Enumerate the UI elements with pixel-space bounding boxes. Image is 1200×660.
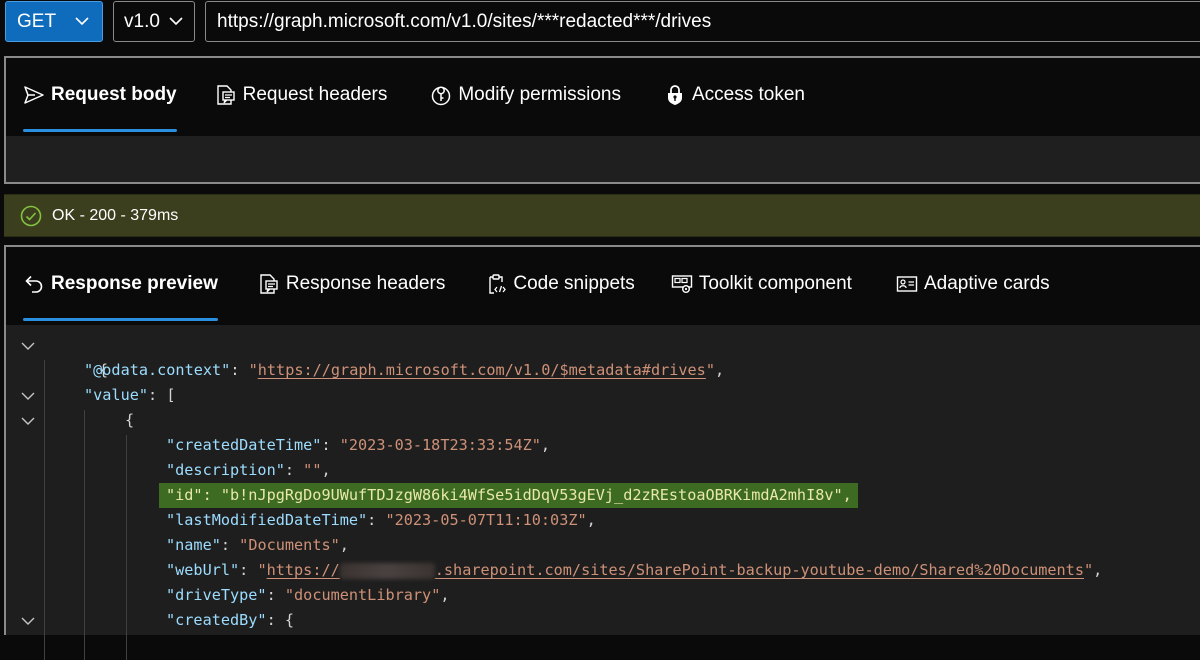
tab-label: Access token [691,84,805,105]
json-link[interactable]: https://.sharepoint.com/sites/SharePoint… [267,561,1084,579]
lock-shield-icon [664,84,686,106]
tab-label: Adaptive cards [923,273,1050,294]
json-link[interactable]: https://graph.microsoft.com/v1.0/$metada… [258,361,706,379]
document-comment-icon [258,273,280,295]
json-key: "value" [84,386,149,404]
tab-toolkit-component[interactable]: Toolkit component [671,247,852,321]
tab-code-snippets[interactable]: Code snippets [485,247,635,321]
permissions-key-icon [430,84,452,106]
api-version-value: v1.0 [124,10,160,32]
tab-label: Toolkit component [698,273,852,294]
json-key: "id" [166,486,203,504]
json-value: "2023-05-07T11:10:03Z" [385,511,587,529]
json-line: "description": "", [166,461,331,479]
json-value: "documentLibrary" [284,586,441,604]
http-method-dropdown[interactable]: GET [5,1,103,42]
arrow-undo-icon [23,273,45,295]
json-key: "description" [166,461,285,479]
json-line: { [125,411,135,429]
tab-request-headers[interactable]: Request headers [215,58,388,132]
json-line: "driveType": "documentLibrary", [166,586,450,604]
status-text: OK - 200 - 379ms [52,206,179,224]
tab-label: Code snippets [513,273,635,294]
json-line: "value": [ [84,386,176,404]
request-bar: GET v1.0 https://graph.microsoft.com/v1.… [0,0,1200,50]
tab-access-token[interactable]: Access token [664,58,805,132]
response-json-viewer[interactable]: { "@odata.context": "https://graph.micro… [6,325,1200,660]
tab-label: Modify permissions [458,84,621,105]
tab-label: Response headers [285,273,446,294]
clipboard-code-icon [485,273,507,295]
redacted-blur [339,562,435,579]
tab-label: Response preview [51,273,218,294]
fold-chevron-icon[interactable] [20,333,36,358]
indent-guide [84,410,85,660]
json-line-highlighted: "id": "b!nJpgRgDo9UWufTDJzgW86ki4WfSe5id… [159,483,858,508]
toolkit-gear-icon [671,273,693,295]
request-body-editor[interactable] [6,136,1200,182]
response-status-bar: OK - 200 - 379ms [4,194,1200,237]
contact-card-icon [896,273,918,295]
chevron-down-icon [166,11,186,37]
tab-label: Request body [51,84,177,105]
tab-modify-permissions[interactable]: Modify permissions [430,58,621,132]
http-method-value: GET [17,10,57,32]
json-value: "b!nJpgRgDo9UWufTDJzgW86ki4WfSe5idDqV53g… [220,486,843,504]
json-line: "createdBy": { [166,611,295,629]
check-circle-icon [20,205,42,227]
request-url-input[interactable]: https://graph.microsoft.com/v1.0/sites/*… [205,1,1200,42]
json-line: { [98,361,109,379]
send-icon [23,84,45,106]
request-tabs: Request body Request headers Modify perm… [6,58,805,136]
json-key: "createdDateTime" [166,436,322,454]
json-line: "lastModifiedDateTime": "2023-05-07T11:1… [166,511,596,529]
json-line: "webUrl": "https://.sharepoint.com/sites… [166,561,1103,579]
chevron-down-icon [72,11,92,37]
json-line: "createdDateTime": "2023-03-18T23:33:54Z… [166,436,551,454]
request-panel: Request body Request headers Modify perm… [4,56,1200,184]
json-key: "name" [166,536,221,554]
fold-chevron-icon[interactable] [20,608,36,633]
tab-response-headers[interactable]: Response headers [258,247,446,321]
json-line: "name": "Documents", [166,536,349,554]
json-line: "@odata.context": "https://graph.microso… [84,361,725,379]
json-key: "driveType" [166,586,267,604]
json-key: "webUrl" [166,561,240,579]
response-panel: Response preview Response headers Code s… [4,245,1200,660]
fold-chevron-icon[interactable] [20,408,36,433]
json-key: "lastModifiedDateTime" [166,511,368,529]
json-value: "" [303,461,322,479]
document-comment-icon [215,84,237,106]
tab-label: Request headers [242,84,388,105]
request-url-value: https://graph.microsoft.com/v1.0/sites/*… [217,10,712,32]
api-version-dropdown[interactable]: v1.0 [113,1,195,42]
tab-adaptive-cards[interactable]: Adaptive cards [896,247,1050,321]
indent-guide [126,435,127,660]
response-tabs: Response preview Response headers Code s… [6,247,1050,325]
fold-chevron-icon[interactable] [20,383,36,408]
json-value: "2023-03-18T23:33:54Z" [339,436,541,454]
tab-response-preview[interactable]: Response preview [23,247,218,321]
json-key: "createdBy" [166,611,267,629]
json-key: "@odata.context" [84,361,231,379]
tab-request-body[interactable]: Request body [23,58,177,132]
json-value: "Documents" [239,536,340,554]
